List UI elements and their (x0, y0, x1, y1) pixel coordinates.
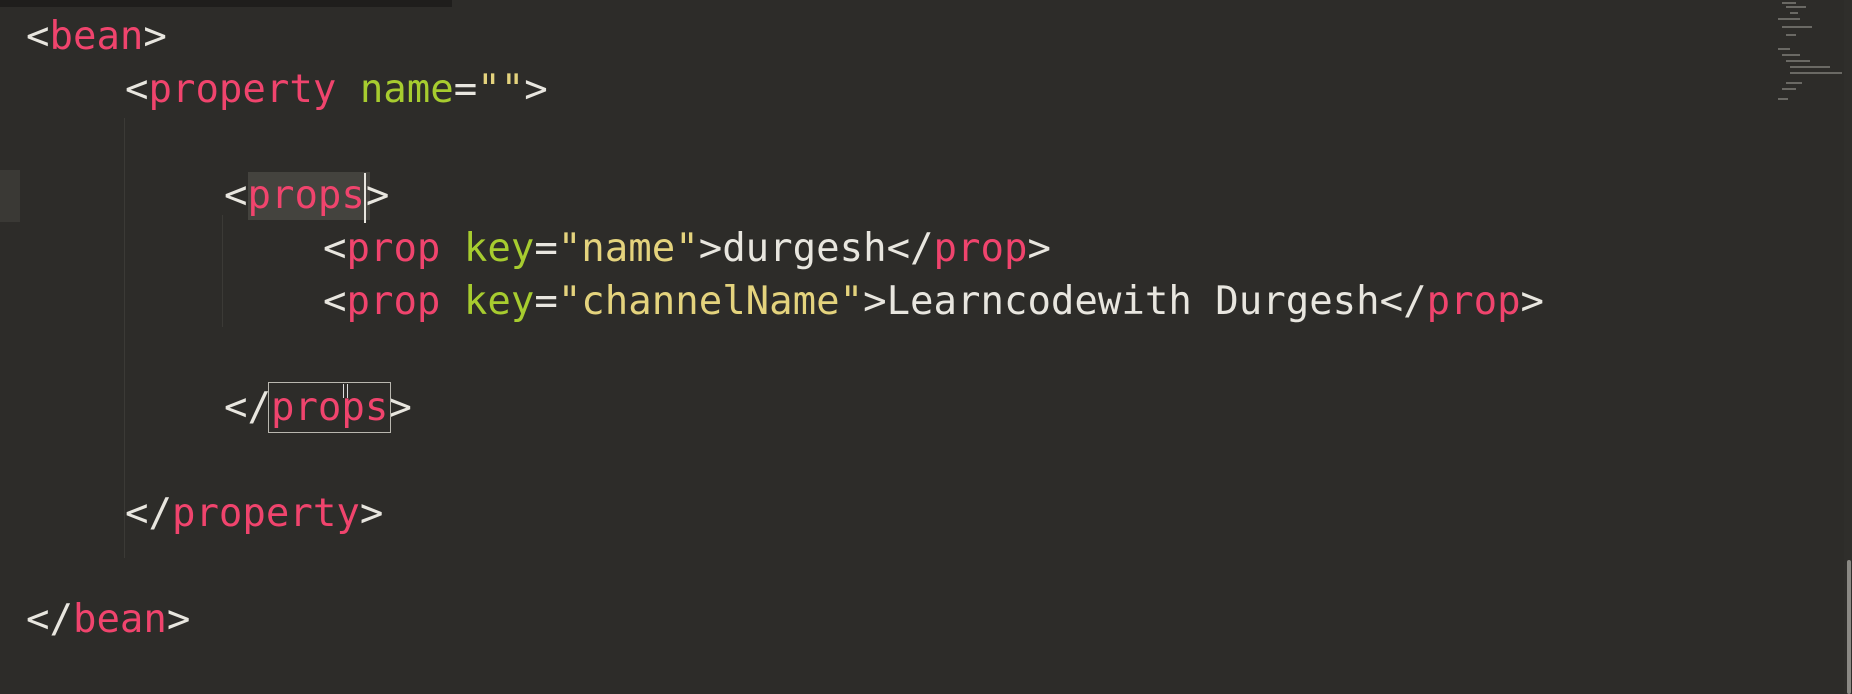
code-line-5[interactable]: <prop key="channelName">Learncodewith Du… (323, 275, 1544, 328)
punct: </ (125, 491, 172, 536)
code-line-1[interactable]: <bean> (26, 10, 167, 63)
minimap[interactable] (1772, 0, 1842, 120)
mouse-ibeam-cursor-icon (343, 384, 348, 398)
tag-name: bean (49, 14, 144, 59)
attribute-name: key (463, 279, 535, 324)
code-line-7[interactable]: </property> (125, 487, 383, 540)
tag-name: prop (1426, 279, 1521, 324)
tag-name: prop (933, 226, 1028, 271)
punct: </ (26, 597, 73, 642)
punct: < (323, 226, 347, 271)
code-editor[interactable]: <bean> <property name=""> <props> <prop … (0, 0, 1852, 694)
punct: < (323, 279, 347, 324)
attribute-value: "" (477, 67, 525, 112)
punct: > (1027, 226, 1051, 271)
code-line-6[interactable]: </props> (224, 381, 412, 434)
code-line-8[interactable]: </bean> (26, 593, 190, 646)
punct: = (534, 226, 558, 271)
attribute-name: key (463, 226, 535, 271)
punct: = (453, 67, 478, 112)
current-line-gutter-marker (0, 170, 20, 222)
punct: > (166, 597, 191, 642)
matching-tag-name: props (267, 382, 392, 433)
punct: </ (224, 385, 271, 430)
indent-guide (222, 215, 223, 327)
code-line-2[interactable]: <property name=""> (125, 63, 548, 116)
punct: > (1520, 279, 1545, 324)
punct: > (698, 226, 723, 271)
code-line-4[interactable]: <prop key="name">durgesh</prop> (323, 222, 1051, 275)
tag-name: props (247, 173, 365, 218)
punct: > (524, 67, 548, 112)
punct: > (359, 491, 384, 536)
punct: = (534, 279, 558, 324)
editor-tab-strip[interactable] (0, 0, 452, 7)
element-text: Learncodewith Durgesh (886, 279, 1380, 324)
tag-name: property (148, 67, 337, 112)
punct: > (388, 385, 412, 430)
tag-name: bean (72, 597, 167, 642)
punct: </ (886, 226, 934, 271)
code-line-3[interactable]: <props> (224, 169, 390, 223)
punct: </ (1379, 279, 1427, 324)
punct: < (224, 173, 248, 218)
element-text: durgesh (722, 226, 887, 271)
punct: < (125, 67, 149, 112)
scrollbar-thumb[interactable] (1847, 560, 1851, 694)
tag-name: property (171, 491, 360, 536)
punct: < (26, 14, 50, 59)
attribute-value: "channelName" (557, 279, 864, 324)
punct: > (863, 279, 887, 324)
attribute-value: "name" (557, 226, 699, 271)
punct: > (143, 14, 167, 59)
tag-name: prop (346, 279, 441, 324)
tag-name: prop (346, 226, 441, 271)
punct: > (365, 173, 390, 218)
attribute-name: name (359, 67, 454, 112)
